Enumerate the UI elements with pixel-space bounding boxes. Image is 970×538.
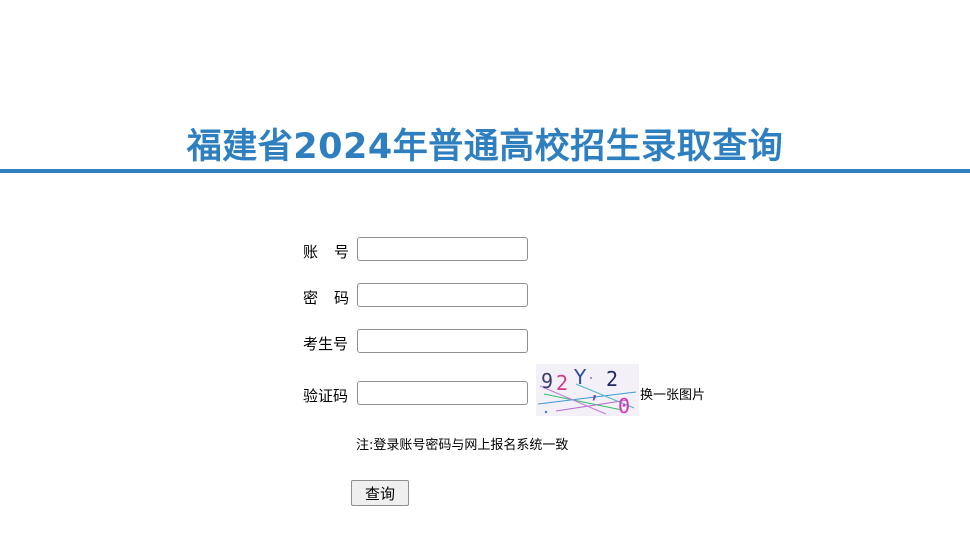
- account-label-char-1: 账: [303, 243, 319, 261]
- password-label-char-1: 密: [303, 289, 319, 307]
- account-label: 账号: [303, 241, 349, 262]
- page: 福建省2024年普通高校招生录取查询 账号 密码 考生号 验证码 9 2 Y ,…: [0, 0, 970, 538]
- account-label-char-2: 号: [334, 243, 350, 261]
- account-input[interactable]: [357, 237, 528, 261]
- login-note: 注:登录账号密码与网上报名系统一致: [356, 438, 569, 453]
- svg-text:2: 2: [606, 367, 618, 391]
- exam-number-label: 考生号: [303, 335, 349, 353]
- captcha-label: 验证码: [303, 387, 349, 405]
- page-title: 福建省2024年普通高校招生录取查询: [186, 127, 784, 167]
- svg-text:2: 2: [556, 371, 568, 395]
- svg-text:9: 9: [541, 369, 553, 393]
- refresh-captcha-link[interactable]: 换一张图片: [640, 384, 705, 403]
- password-input[interactable]: [357, 283, 528, 307]
- query-button[interactable]: 查询: [351, 480, 409, 506]
- captcha-image[interactable]: 9 2 Y , 2 0: [536, 364, 639, 418]
- password-row: 密码: [0, 283, 970, 309]
- svg-text:Y: Y: [573, 365, 587, 389]
- captcha-input[interactable]: [357, 381, 528, 405]
- account-row: 账号: [0, 237, 970, 263]
- title-divider: [0, 169, 970, 173]
- password-label-char-2: 码: [334, 289, 350, 307]
- captcha-row: 验证码: [0, 381, 970, 407]
- svg-text:0: 0: [618, 394, 630, 416]
- exam-number-input[interactable]: [357, 329, 528, 353]
- svg-text:,: ,: [591, 379, 598, 404]
- password-label: 密码: [303, 287, 349, 308]
- exam-number-row: 考生号: [0, 329, 970, 355]
